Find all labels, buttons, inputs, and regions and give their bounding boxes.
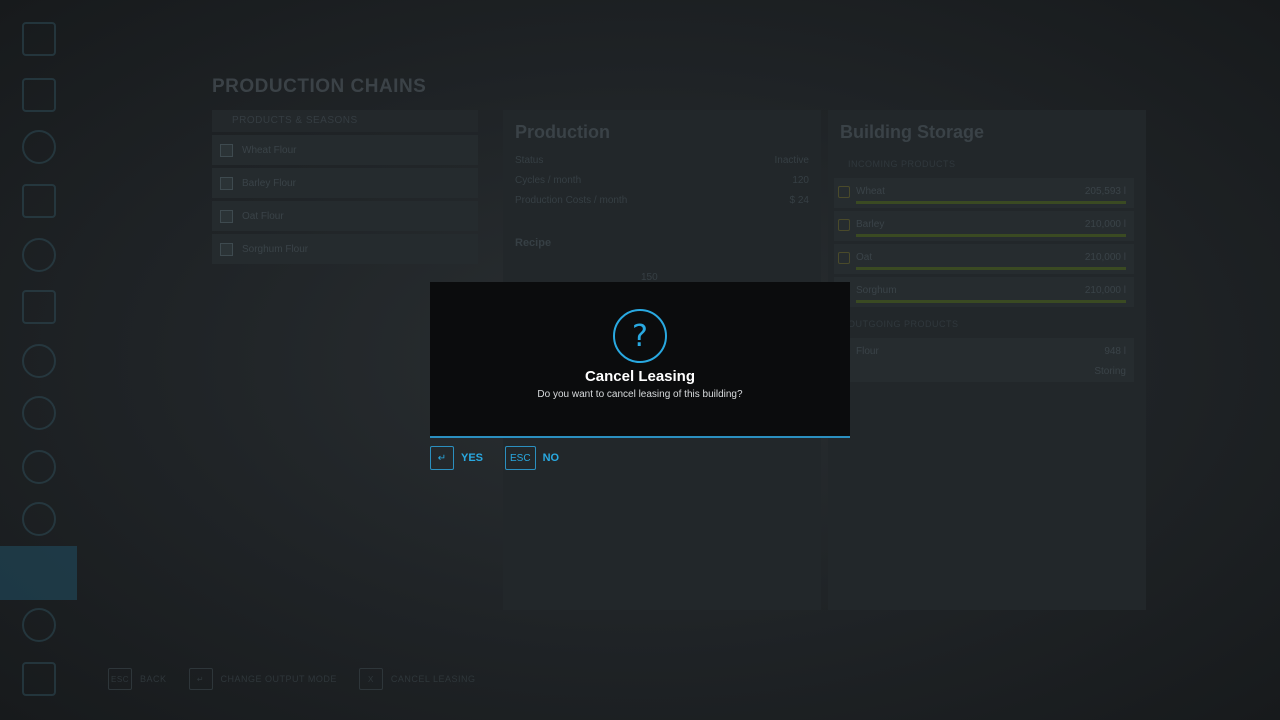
list-item: Sorghum Flour bbox=[212, 234, 478, 264]
fill-bar bbox=[856, 300, 1126, 303]
no-button[interactable]: ESC NO bbox=[505, 446, 559, 470]
production-row: Production Costs / month $ 24 bbox=[515, 195, 809, 206]
checkbox bbox=[220, 176, 233, 190]
no-label: NO bbox=[542, 452, 560, 464]
finances-icon bbox=[22, 396, 56, 430]
list-item: Wheat Flour bbox=[212, 135, 478, 165]
map-icon bbox=[22, 78, 56, 112]
menu-icon bbox=[22, 22, 56, 56]
outgoing-header: OUTGOING PRODUCTS bbox=[848, 319, 959, 329]
fill-bar bbox=[856, 267, 1126, 270]
vehicles-icon bbox=[22, 344, 56, 378]
production-chains-list: PRODUCTS & SEASONS Wheat Flour Barley Fl… bbox=[212, 110, 478, 270]
settings-icon bbox=[22, 662, 56, 696]
oat-icon bbox=[838, 252, 850, 264]
cancel-leasing-action: X CANCEL LEASING bbox=[358, 668, 476, 690]
production-title: Production bbox=[515, 122, 610, 142]
help-icon bbox=[22, 608, 56, 642]
contracts-icon bbox=[22, 502, 56, 536]
checkbox bbox=[220, 242, 233, 256]
page-title: PRODUCTION CHAINS bbox=[212, 76, 427, 97]
building-storage-panel: Building Storage INCOMING PRODUCTS Wheat… bbox=[828, 110, 1146, 610]
bottom-action-bar: ESC BACK ↵ CHANGE OUTPUT MODE X CANCEL LEAS… bbox=[108, 668, 476, 690]
production-row: Cycles / month 120 bbox=[515, 175, 809, 186]
production-row: Status Inactive bbox=[515, 155, 809, 166]
weather-icon bbox=[22, 238, 56, 272]
yes-button[interactable]: ↵ YES bbox=[430, 446, 483, 470]
list-item: Oat Flour bbox=[212, 201, 478, 231]
back-action: ESC BACK bbox=[108, 668, 167, 690]
steering-wheel-icon bbox=[22, 130, 56, 164]
chains-header: PRODUCTS & SEASONS bbox=[212, 110, 478, 132]
checkbox bbox=[220, 209, 233, 223]
list-item: Barley Flour bbox=[212, 168, 478, 198]
storage-title: Building Storage bbox=[840, 122, 984, 142]
esc-key-icon: ESC bbox=[505, 446, 536, 470]
storage-row: Barley 210,000 l bbox=[834, 211, 1134, 241]
prices-icon bbox=[22, 290, 56, 324]
barley-icon bbox=[838, 219, 850, 231]
dialog-actions: ↵ YES ESC NO bbox=[430, 446, 559, 470]
fill-bar bbox=[856, 234, 1126, 237]
checkbox bbox=[220, 143, 233, 157]
enter-key-icon: ↵ bbox=[430, 446, 454, 470]
dialog-message: Do you want to cancel leasing of this bu… bbox=[537, 389, 743, 400]
storage-row: Wheat 205,593 l bbox=[834, 178, 1134, 208]
yes-label: YES bbox=[461, 452, 484, 464]
storage-row: Sorghum 210,000 l bbox=[834, 277, 1134, 307]
storage-row: Flour 948 l Storing bbox=[834, 338, 1134, 382]
recipe-label: Recipe bbox=[515, 237, 552, 249]
change-output-mode-action: ↵ CHANGE OUTPUT MODE bbox=[188, 668, 337, 690]
dialog-title: Cancel Leasing bbox=[584, 368, 696, 385]
animals-icon bbox=[22, 450, 56, 484]
cancel-leasing-dialog: ? Cancel Leasing Do you want to cancel l… bbox=[430, 282, 850, 438]
question-icon: ? bbox=[613, 309, 667, 363]
fill-bar bbox=[856, 201, 1126, 204]
storage-row: Oat 210,000 l bbox=[834, 244, 1134, 274]
calendar-icon bbox=[22, 184, 56, 218]
sidebar bbox=[0, 0, 78, 720]
sidebar-item-production-active bbox=[0, 546, 77, 600]
wheat-icon bbox=[838, 186, 850, 198]
incoming-header: INCOMING PRODUCTS bbox=[848, 159, 956, 169]
